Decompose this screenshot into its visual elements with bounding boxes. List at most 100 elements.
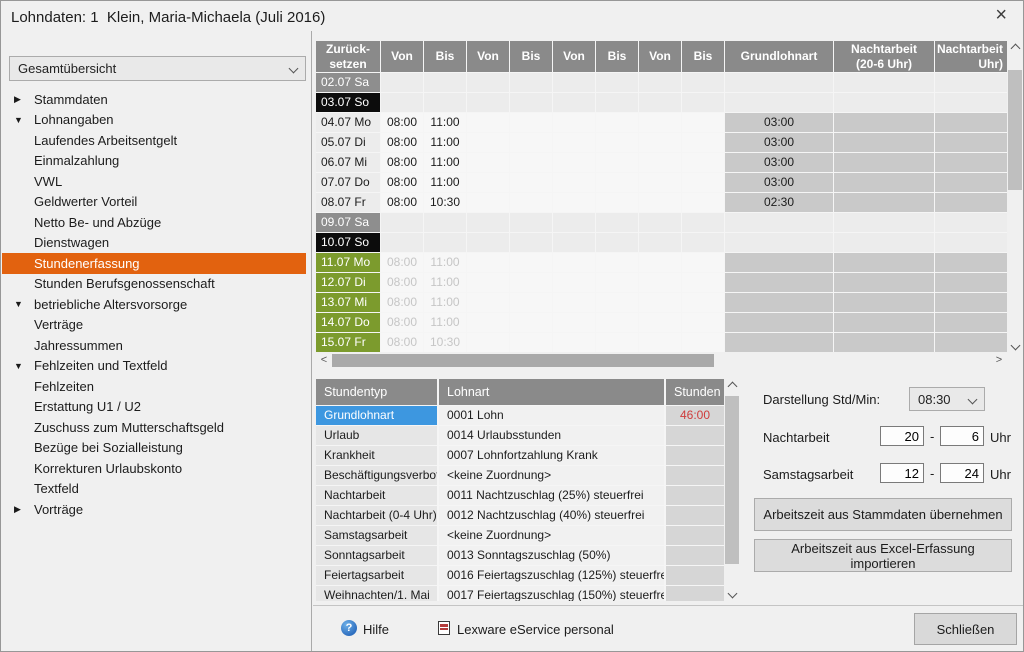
reset-date-cell[interactable]: 02.07 Sa bbox=[316, 73, 380, 92]
stundentyp-cell[interactable]: Weihnachten/1. Mai bbox=[316, 586, 437, 601]
uebernehmen-stammdaten-button[interactable]: Arbeitszeit aus Stammdaten übernehmen bbox=[754, 498, 1012, 531]
stundentyp-cell[interactable]: Nachtarbeit (0-4 Uhr) bbox=[316, 506, 437, 525]
eservice-icon[interactable] bbox=[438, 621, 450, 635]
time-cell[interactable] bbox=[510, 333, 552, 352]
time-cell[interactable] bbox=[553, 253, 595, 272]
sidebar-item-fehlzeiten[interactable]: Fehlzeiten bbox=[2, 376, 306, 397]
time-cell[interactable] bbox=[510, 313, 552, 332]
lohnart-cell[interactable]: 0011 Nachtzuschlag (25%) steuerfrei bbox=[439, 486, 664, 505]
sidebar-item-erstattung-u1-u2[interactable]: Erstattung U1 / U2 bbox=[2, 397, 306, 418]
reset-date-cell[interactable]: 13.07 Mi bbox=[316, 293, 380, 312]
time-cell[interactable]: 08:00 bbox=[381, 253, 423, 272]
nachtarbeit-from-field[interactable] bbox=[880, 426, 924, 446]
close-icon[interactable]: × bbox=[995, 5, 1007, 25]
time-cell[interactable] bbox=[510, 253, 552, 272]
nachtarbeit-to-field[interactable] bbox=[940, 426, 984, 446]
time-cell[interactable]: 08:00 bbox=[381, 313, 423, 332]
time-cell[interactable] bbox=[682, 313, 724, 332]
time-cell[interactable]: 08:00 bbox=[381, 113, 423, 132]
time-cell[interactable] bbox=[639, 173, 681, 192]
time-cell[interactable]: 08:00 bbox=[381, 133, 423, 152]
scroll-down-button[interactable] bbox=[724, 586, 740, 601]
scroll-up-button[interactable] bbox=[724, 379, 740, 394]
time-cell[interactable] bbox=[639, 193, 681, 212]
sidebar-item-netto-be-und-abzüge[interactable]: Netto Be- und Abzüge bbox=[2, 212, 306, 233]
time-cell[interactable]: 08:00 bbox=[381, 333, 423, 352]
time-cell[interactable]: 11:00 bbox=[424, 133, 466, 152]
time-cell[interactable] bbox=[467, 253, 509, 272]
reset-date-cell[interactable]: 15.07 Fr bbox=[316, 333, 380, 352]
time-cell[interactable] bbox=[510, 113, 552, 132]
time-cell[interactable] bbox=[682, 253, 724, 272]
time-cell[interactable] bbox=[596, 133, 638, 152]
samstagsarbeit-to-field[interactable] bbox=[940, 463, 984, 483]
time-cell[interactable] bbox=[682, 113, 724, 132]
sidebar-item-einmalzahlung[interactable]: Einmalzahlung bbox=[2, 151, 306, 172]
reset-date-cell[interactable]: 07.07 Do bbox=[316, 173, 380, 192]
time-cell[interactable] bbox=[467, 273, 509, 292]
reset-date-cell[interactable]: 06.07 Mi bbox=[316, 153, 380, 172]
time-cell[interactable] bbox=[553, 133, 595, 152]
sidebar-item-korrekturen-urlaubskonto[interactable]: Korrekturen Urlaubskonto bbox=[2, 458, 306, 479]
scroll-track[interactable] bbox=[1007, 56, 1023, 338]
stundentyp-cell[interactable]: Sonntagsarbeit bbox=[316, 546, 437, 565]
stundentyp-cell[interactable]: Grundlohnart bbox=[316, 406, 437, 425]
time-cell[interactable]: 11:00 bbox=[424, 313, 466, 332]
stundentyp-cell[interactable]: Urlaub bbox=[316, 426, 437, 445]
time-cell[interactable] bbox=[639, 253, 681, 272]
sidebar-item-vwl[interactable]: VWL bbox=[2, 171, 306, 192]
time-cell[interactable] bbox=[467, 333, 509, 352]
sidebar-item-verträge[interactable]: Verträge bbox=[2, 315, 306, 336]
time-cell[interactable] bbox=[596, 173, 638, 192]
darstellung-dropdown[interactable]: 08:30 bbox=[909, 387, 985, 411]
time-cell[interactable]: 11:00 bbox=[424, 113, 466, 132]
scroll-thumb[interactable] bbox=[1008, 70, 1022, 190]
reset-date-cell[interactable]: 09.07 Sa bbox=[316, 213, 380, 232]
time-cell[interactable] bbox=[682, 333, 724, 352]
lohnart-cell[interactable]: 0013 Sonntagszuschlag (50%) bbox=[439, 546, 664, 565]
time-cell[interactable] bbox=[682, 273, 724, 292]
time-cell[interactable] bbox=[467, 193, 509, 212]
sidebar-item-vorträge[interactable]: ▶Vorträge bbox=[2, 499, 306, 520]
help-icon[interactable]: ? bbox=[341, 620, 357, 636]
sidebar-item-geldwerter-vorteil[interactable]: Geldwerter Vorteil bbox=[2, 192, 306, 213]
sidebar-item-textfeld[interactable]: Textfeld bbox=[2, 479, 306, 500]
sidebar-item-stundenerfassung[interactable]: Stundenerfassung bbox=[2, 253, 306, 274]
time-cell[interactable] bbox=[510, 133, 552, 152]
time-cell[interactable] bbox=[553, 293, 595, 312]
time-cell[interactable] bbox=[596, 193, 638, 212]
time-cell[interactable]: 11:00 bbox=[424, 173, 466, 192]
time-cell[interactable]: 11:00 bbox=[424, 253, 466, 272]
stundentyp-cell[interactable]: Samstagsarbeit bbox=[316, 526, 437, 545]
reset-date-cell[interactable]: 10.07 So bbox=[316, 233, 380, 252]
sidebar-item-lohnangaben[interactable]: ▼Lohnangaben bbox=[2, 110, 306, 131]
sidebar-item-zuschuss-zum-mutterschaftsgeld[interactable]: Zuschuss zum Mutterschaftsgeld bbox=[2, 417, 306, 438]
time-cell[interactable] bbox=[467, 133, 509, 152]
time-cell[interactable] bbox=[596, 253, 638, 272]
time-cell[interactable] bbox=[553, 333, 595, 352]
import-excel-button[interactable]: Arbeitszeit aus Excel-Erfassung importie… bbox=[754, 539, 1012, 572]
time-cell[interactable]: 11:00 bbox=[424, 273, 466, 292]
stundentyp-cell[interactable]: Feiertagsarbeit bbox=[316, 566, 437, 585]
reset-date-cell[interactable]: 12.07 Di bbox=[316, 273, 380, 292]
reset-date-cell[interactable]: 14.07 Do bbox=[316, 313, 380, 332]
time-cell[interactable] bbox=[639, 313, 681, 332]
time-cell[interactable] bbox=[639, 273, 681, 292]
eservice-link[interactable]: Lexware eService personal bbox=[457, 622, 614, 637]
time-cell[interactable] bbox=[639, 333, 681, 352]
scroll-right-button[interactable]: > bbox=[991, 353, 1007, 368]
time-cell[interactable] bbox=[553, 113, 595, 132]
lohnart-cell[interactable]: 0007 Lohnfortzahlung Krank bbox=[439, 446, 664, 465]
time-cell[interactable] bbox=[553, 193, 595, 212]
stundentyp-cell[interactable]: Nachtarbeit bbox=[316, 486, 437, 505]
reset-date-cell[interactable]: 04.07 Mo bbox=[316, 113, 380, 132]
sidebar-item-fehlzeiten-und-textfeld[interactable]: ▼Fehlzeiten und Textfeld bbox=[2, 356, 306, 377]
lohnart-cell[interactable]: 0016 Feiertagszuschlag (125%) steuerfrei bbox=[439, 566, 664, 585]
schliessen-button[interactable]: Schließen bbox=[914, 613, 1017, 645]
time-cell[interactable]: 08:00 bbox=[381, 273, 423, 292]
reset-date-cell[interactable]: 05.07 Di bbox=[316, 133, 380, 152]
time-cell[interactable] bbox=[510, 173, 552, 192]
time-cell[interactable] bbox=[682, 173, 724, 192]
time-cell[interactable] bbox=[596, 333, 638, 352]
time-cell[interactable] bbox=[596, 113, 638, 132]
